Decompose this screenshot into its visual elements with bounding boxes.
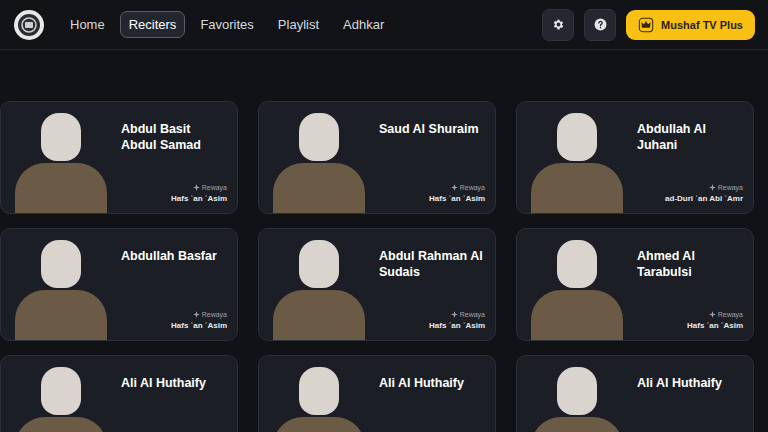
nav-item[interactable]: Playlist bbox=[269, 11, 328, 38]
rewaya-info: Rewaya ad-Duri ʿan Abi ʿAmr bbox=[637, 184, 743, 203]
reciter-photo bbox=[7, 109, 113, 213]
sparkle-icon bbox=[193, 184, 200, 191]
top-bar: HomeRecitersFavorites PlaylistAdhkar Musha… bbox=[0, 0, 768, 50]
reciter-card[interactable]: Abdullah Basfar Rewaya Hafs ʿan ʿAsim bbox=[0, 228, 238, 341]
rewaya-value: ad-Duri ʿan Abi ʿAmr bbox=[665, 194, 743, 203]
rewaya-value: Hafs ʿan ʿAsim bbox=[171, 194, 227, 203]
upgrade-button[interactable]: Mushaf TV Plus bbox=[626, 10, 755, 40]
rewaya-label: Rewaya bbox=[451, 184, 485, 191]
crown-icon bbox=[638, 17, 654, 33]
reciter-card[interactable]: Ali Al Huthaify bbox=[516, 355, 754, 432]
reciter-card[interactable]: Abdul Basit Abdul Samad Rewaya Hafs ʿan ʿA… bbox=[0, 101, 238, 214]
nav-item[interactable]: Adhkar bbox=[334, 11, 393, 38]
reciter-photo bbox=[7, 363, 113, 432]
sparkle-icon bbox=[193, 311, 200, 318]
rewaya-label: Rewaya bbox=[709, 184, 743, 191]
sparkle-icon bbox=[451, 311, 458, 318]
reciter-name: Ahmed Al Tarabulsi bbox=[637, 249, 743, 280]
sparkle-icon bbox=[709, 311, 716, 318]
reciter-name: Abdullah Basfar bbox=[121, 249, 227, 265]
app-page: HomeRecitersFavorites PlaylistAdhkar Musha… bbox=[0, 0, 768, 432]
reciter-photo bbox=[7, 236, 113, 340]
sparkle-icon bbox=[709, 184, 716, 191]
reciter-card[interactable]: Ali Al Huthaify bbox=[0, 355, 238, 432]
reciter-photo bbox=[523, 363, 629, 432]
question-icon bbox=[594, 18, 607, 31]
reciter-card[interactable]: Saud Al Shuraim Rewaya Hafs ʿan ʿAsim bbox=[258, 101, 496, 214]
reciter-card[interactable]: Abdul Rahman Al Sudais Rewaya Hafs ʿan ʿAs… bbox=[258, 228, 496, 341]
main-nav: HomeRecitersFavorites PlaylistAdhkar bbox=[61, 11, 393, 38]
reciter-photo bbox=[523, 109, 629, 213]
rewaya-value: Hafs ʿan ʿAsim bbox=[171, 321, 227, 330]
rewaya-value: Hafs ʿan ʿAsim bbox=[429, 194, 485, 203]
reciter-name: Abdul Rahman Al Sudais bbox=[379, 249, 485, 280]
reciter-name: Abdullah Al Juhani bbox=[637, 122, 743, 153]
reciter-name: Saud Al Shuraim bbox=[379, 122, 485, 138]
nav-item[interactable]: Reciters bbox=[120, 11, 186, 38]
reciter-name: Ali Al Huthaify bbox=[121, 376, 227, 392]
rewaya-info: Rewaya Hafs ʿan ʿAsim bbox=[379, 311, 485, 330]
rewaya-label: Rewaya bbox=[193, 311, 227, 318]
reciter-photo bbox=[265, 363, 371, 432]
settings-button[interactable] bbox=[542, 9, 574, 41]
reciter-name: Ali Al Huthaify bbox=[379, 376, 485, 392]
rewaya-info: Rewaya Hafs ʿan ʿAsim bbox=[379, 184, 485, 203]
reciter-name: Ali Al Huthaify bbox=[637, 376, 743, 392]
rewaya-info: Rewaya Hafs ʿan ʿAsim bbox=[637, 311, 743, 330]
nav-item[interactable]: Home bbox=[61, 11, 114, 38]
sparkle-icon bbox=[451, 184, 458, 191]
nav-item[interactable]: Favorites bbox=[191, 11, 262, 38]
reciter-photo bbox=[265, 109, 371, 213]
rewaya-info: Rewaya Hafs ʿan ʿAsim bbox=[121, 184, 227, 203]
rewaya-value: Hafs ʿan ʿAsim bbox=[687, 321, 743, 330]
help-button[interactable] bbox=[584, 9, 616, 41]
reciter-name: Abdul Basit Abdul Samad bbox=[121, 122, 227, 153]
reciter-photo bbox=[523, 236, 629, 340]
reciter-card[interactable]: Ahmed Al Tarabulsi Rewaya Hafs ʿan ʿAsim bbox=[516, 228, 754, 341]
rewaya-info: Rewaya Hafs ʿan ʿAsim bbox=[121, 311, 227, 330]
rewaya-label: Rewaya bbox=[709, 311, 743, 318]
rewaya-value: Hafs ʿan ʿAsim bbox=[429, 321, 485, 330]
rewaya-label: Rewaya bbox=[193, 184, 227, 191]
reciter-card[interactable]: Ali Al Huthaify bbox=[258, 355, 496, 432]
gear-icon bbox=[552, 18, 565, 31]
reciter-grid: Abdul Basit Abdul Samad Rewaya Hafs ʿan ʿA… bbox=[0, 50, 768, 432]
logo-icon[interactable] bbox=[13, 9, 45, 41]
rewaya-label: Rewaya bbox=[451, 311, 485, 318]
reciter-card[interactable]: Abdullah Al Juhani Rewaya ad-Duri ʿan Abi … bbox=[516, 101, 754, 214]
reciter-photo bbox=[265, 236, 371, 340]
